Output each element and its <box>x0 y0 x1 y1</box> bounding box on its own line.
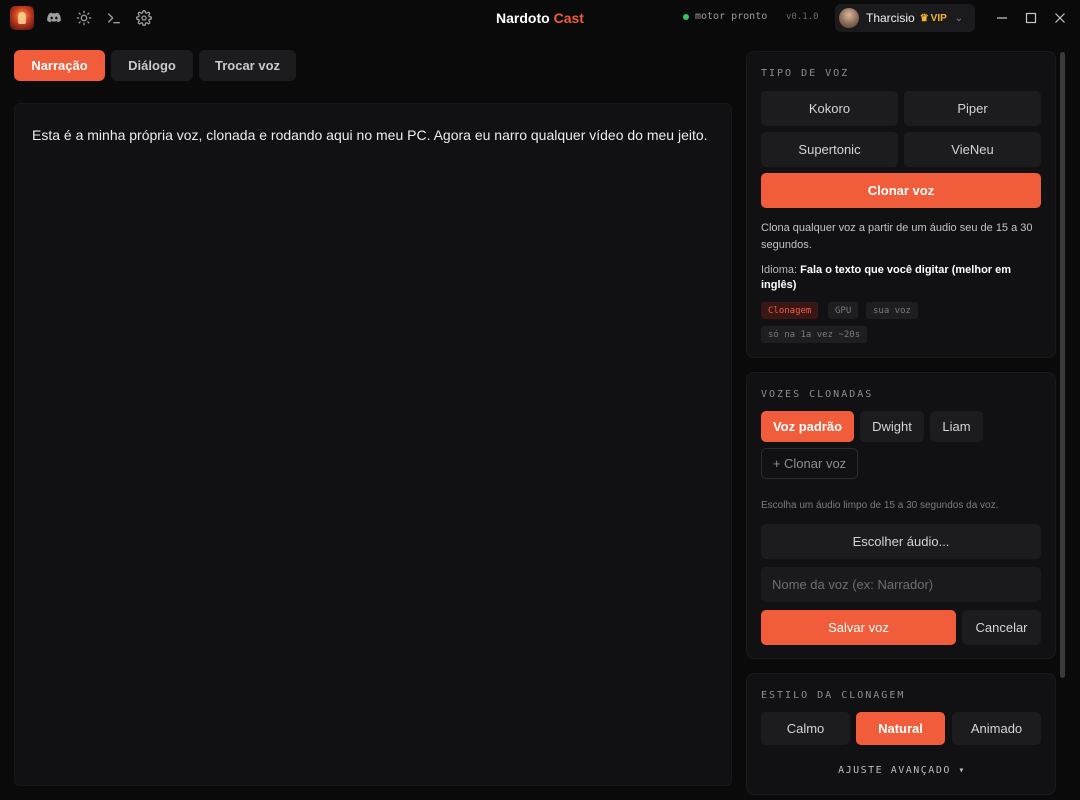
tab-trocar-voz[interactable]: Trocar voz <box>199 50 296 81</box>
voice-type-description: Clona qualquer voz a partir de um áudio … <box>761 222 1033 251</box>
crown-icon: ♛ <box>919 12 929 24</box>
cloned-voices-title: VOZES CLONADAS <box>761 389 874 400</box>
clone-style-panel: ESTILO DA CLONAGEM Calmo Natural Animado… <box>746 673 1056 795</box>
clone-style-title: ESTILO DA CLONAGEM <box>761 690 906 701</box>
voice-type-title: TIPO DE VOZ <box>761 68 850 79</box>
voice-option-supertonic[interactable]: Supertonic <box>761 132 898 167</box>
vip-badge: ♛ VIP <box>919 12 947 24</box>
terminal-icon[interactable] <box>105 9 123 27</box>
tag-first-time: só na 1a vez ~20s <box>761 326 868 343</box>
maximize-button[interactable] <box>1022 9 1040 27</box>
version-label: v0.1.0 <box>786 12 819 22</box>
gear-icon[interactable] <box>135 9 153 27</box>
tag-sua-voz: sua voz <box>866 302 918 319</box>
engine-status: motor pronto <box>683 11 767 22</box>
caret-down-icon: ▾ <box>958 765 966 776</box>
clone-voice-button[interactable]: Clonar voz <box>761 173 1041 208</box>
chevron-down-icon: ⌄ <box>954 12 964 24</box>
style-option-natural[interactable]: Natural <box>856 712 945 745</box>
discord-icon[interactable] <box>45 9 63 27</box>
advanced-settings-toggle[interactable]: AJUSTE AVANÇADO ▾ <box>747 765 1057 776</box>
voice-chip-dwight[interactable]: Dwight <box>860 411 924 442</box>
status-text: motor pronto <box>695 11 768 22</box>
add-clone-voice-button[interactable]: + Clonar voz <box>761 448 858 479</box>
panel-scrollbar[interactable] <box>1060 52 1065 678</box>
voice-option-vieneu[interactable]: VieNeu <box>904 132 1041 167</box>
voice-option-piper[interactable]: Piper <box>904 91 1041 126</box>
user-name: Tharcisio <box>866 11 915 25</box>
app-logo-icon <box>10 6 34 30</box>
tag-clonagem: Clonagem <box>761 302 819 319</box>
save-voice-button[interactable]: Salvar voz <box>761 610 956 645</box>
tab-dialogo[interactable]: Diálogo <box>111 50 193 81</box>
cancel-button[interactable]: Cancelar <box>962 610 1041 645</box>
style-option-animado[interactable]: Animado <box>952 712 1041 745</box>
close-button[interactable] <box>1051 9 1069 27</box>
text-editor[interactable]: Esta é a minha própria voz, clonada e ro… <box>14 103 732 786</box>
sun-icon[interactable] <box>75 9 93 27</box>
status-dot-icon <box>683 13 689 20</box>
voice-option-kokoro[interactable]: Kokoro <box>761 91 898 126</box>
voice-chip-liam[interactable]: Liam <box>930 411 983 442</box>
tag-gpu: GPU <box>828 302 859 319</box>
user-menu[interactable]: Tharcisio ♛ VIP ⌄ <box>835 4 975 32</box>
choose-audio-button[interactable]: Escolher áudio... <box>761 524 1041 559</box>
voice-name-input[interactable] <box>761 567 1041 602</box>
voice-type-panel: TIPO DE VOZ Kokoro Piper Supertonic VieN… <box>746 51 1056 358</box>
cloned-voices-panel: VOZES CLONADAS Voz padrão Dwight Liam + … <box>746 372 1056 659</box>
style-option-calmo[interactable]: Calmo <box>761 712 850 745</box>
tab-narracao[interactable]: Narração <box>14 50 105 81</box>
avatar <box>839 8 859 28</box>
language-info: Idioma: Fala o texto que você digitar (m… <box>761 264 1012 291</box>
audio-hint: Escolha um áudio limpo de 15 a 30 segund… <box>761 500 999 511</box>
voice-chip-default[interactable]: Voz padrão <box>761 411 854 442</box>
minimize-button[interactable] <box>993 9 1011 27</box>
